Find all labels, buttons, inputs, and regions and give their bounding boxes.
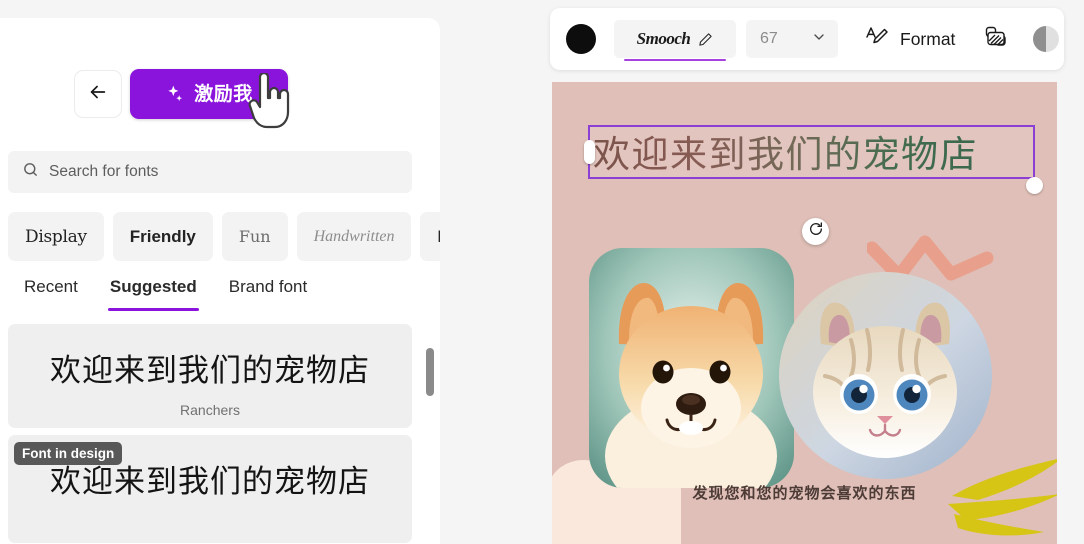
- arrow-left-icon: [87, 81, 109, 108]
- canvas-caption-text[interactable]: 发现您和您的宠物会喜欢的东西: [552, 482, 1057, 503]
- scrollbar-thumb[interactable]: [426, 348, 434, 396]
- editor-area: Smooch 67 Format 欢迎来到我们的宠物店 发现您和您的宠物会喜欢的…: [440, 0, 1084, 544]
- rotate-icon: [808, 221, 824, 242]
- rotate-handle[interactable]: [802, 218, 829, 245]
- font-name-field[interactable]: Smooch: [614, 20, 736, 61]
- pill-handwritten[interactable]: Handwritten: [296, 212, 412, 261]
- font-list-scrollbar[interactable]: [426, 324, 434, 544]
- font-in-design-badge: Font in design: [14, 442, 123, 465]
- effects-shapes-icon: [983, 24, 1009, 55]
- font-field-underline: [624, 58, 726, 61]
- font-sample-text: 欢迎来到我们的宠物店: [50, 353, 370, 388]
- panel-header: 激励我: [0, 18, 440, 129]
- font-name-value: Smooch: [636, 29, 691, 48]
- pill-more[interactable]: Mo: [420, 212, 440, 261]
- sparkle-icon: [165, 84, 185, 104]
- search-icon: [22, 161, 39, 183]
- font-sample-text: 欢迎来到我们的宠物店: [50, 464, 370, 500]
- text-color-swatch[interactable]: [566, 24, 596, 54]
- chevron-down-icon: [811, 29, 827, 50]
- font-category-pills: Display Friendly Fun Handwritten Mo: [8, 212, 440, 261]
- pen-icon: [698, 32, 713, 47]
- pill-friendly[interactable]: Friendly: [112, 212, 213, 261]
- search-placeholder-text: Search for fonts: [49, 163, 159, 180]
- font-name-label: Ranchers: [180, 402, 240, 418]
- font-search-input[interactable]: Search for fonts: [8, 151, 412, 193]
- font-results-list: 欢迎来到我们的宠物店 Ranchers 欢迎来到我们的宠物店: [8, 324, 412, 544]
- transparency-icon[interactable]: [1033, 26, 1060, 52]
- puppy-photo[interactable]: [589, 248, 794, 488]
- resize-handle-bottom-right[interactable]: [1026, 177, 1043, 194]
- design-canvas[interactable]: 欢迎来到我们的宠物店 发现您和您的宠物会喜欢的东西: [552, 82, 1057, 544]
- resize-handle-left[interactable]: [584, 140, 595, 164]
- font-tabs: Recent Suggested Brand font: [8, 276, 323, 311]
- format-label: Format: [900, 28, 956, 49]
- tab-recent[interactable]: Recent: [8, 276, 94, 311]
- font-card-ranchers[interactable]: 欢迎来到我们的宠物店 Ranchers: [8, 324, 412, 428]
- text-format-icon: [864, 24, 890, 55]
- inspire-me-label: 激励我: [194, 83, 253, 105]
- kitten-photo[interactable]: [779, 272, 992, 479]
- pill-display[interactable]: Display: [8, 212, 104, 261]
- font-picker-panel: 激励我 Search for fonts Display Friendly Fu…: [0, 18, 440, 544]
- text-format-toolbar: Smooch 67 Format: [550, 8, 1064, 70]
- pill-fun[interactable]: Fun: [221, 212, 288, 261]
- app-root: 激励我 Search for fonts Display Friendly Fu…: [0, 0, 1084, 544]
- font-size-field[interactable]: 67: [746, 20, 838, 58]
- tab-brand-font[interactable]: Brand font: [213, 276, 323, 311]
- back-button[interactable]: [74, 70, 122, 118]
- inspire-me-button[interactable]: 激励我: [130, 69, 288, 119]
- text-selection-box[interactable]: [588, 125, 1035, 179]
- tab-suggested[interactable]: Suggested: [94, 276, 213, 311]
- effects-button[interactable]: [983, 24, 1009, 55]
- format-button[interactable]: Format: [864, 24, 955, 55]
- font-size-value: 67: [760, 30, 778, 47]
